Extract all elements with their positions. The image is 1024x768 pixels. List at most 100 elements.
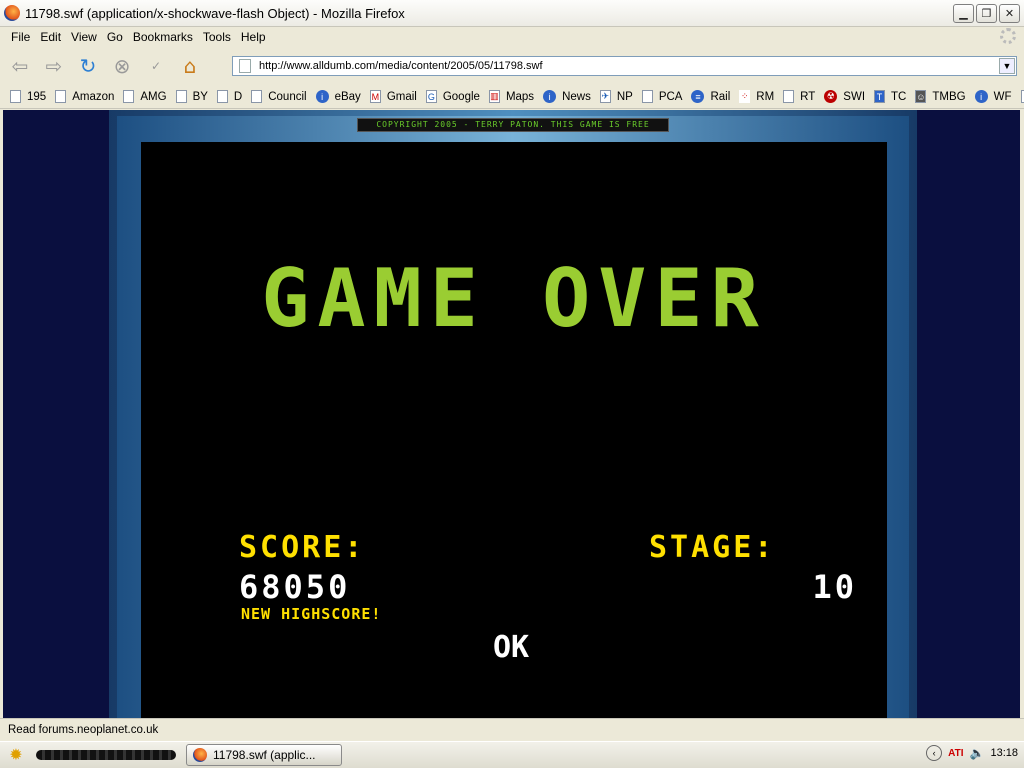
throbber-icon: [1000, 28, 1016, 44]
page-icon: [783, 90, 795, 103]
menu-file[interactable]: File: [11, 30, 30, 44]
window-title: 11798.swf (application/x-shockwave-flash…: [25, 5, 405, 21]
page-icon: [55, 90, 67, 103]
ok-button[interactable]: OK: [481, 628, 541, 668]
bookmark-google[interactable]: G Google: [425, 90, 480, 103]
page-icon: [1020, 90, 1024, 103]
bookmark-label: D: [233, 90, 243, 103]
menu-bar: File Edit View Go Bookmarks Tools Help: [0, 27, 1024, 47]
navigation-toolbar: ⇦ ⇨ ↻ ⊗ ✓ ⌂ http://www.alldumb.com/media…: [0, 47, 1024, 85]
bookmark-news[interactable]: i News: [543, 90, 591, 103]
window-titlebar[interactable]: 11798.swf (application/x-shockwave-flash…: [0, 0, 1024, 27]
menu-tools[interactable]: Tools: [203, 30, 231, 44]
volume-icon[interactable]: 🔈: [970, 746, 985, 760]
minimize-button[interactable]: ▁: [953, 3, 974, 23]
stage-label: STAGE:: [649, 530, 776, 565]
new-highscore-label: NEW HIGHSCORE!: [241, 605, 382, 623]
bookmark-pca[interactable]: PCA: [641, 90, 682, 103]
bookmark-rm[interactable]: ⁘ RM: [739, 90, 774, 103]
system-tray: ‹ ATI 🔈 13:18: [926, 745, 1018, 761]
google-icon: G: [425, 90, 437, 103]
firefox-icon: [4, 5, 20, 21]
page-icon: [239, 59, 251, 73]
bookmark-z[interactable]: Z: [1020, 90, 1024, 103]
page-icon: [641, 90, 653, 103]
game-frame: COPYRIGHT 2005 - TERRY PATON. THIS GAME …: [109, 110, 917, 718]
copyright-banner: COPYRIGHT 2005 - TERRY PATON. THIS GAME …: [357, 118, 669, 132]
bookmark-amg[interactable]: AMG: [123, 90, 167, 103]
menu-help[interactable]: Help: [241, 30, 266, 44]
bookmark-np[interactable]: ✈ NP: [599, 90, 633, 103]
bookmark-label: Council: [268, 90, 307, 103]
page-icon: [216, 90, 228, 103]
score-label: SCORE:: [239, 530, 366, 565]
bookmark-label: eBay: [334, 90, 361, 103]
bookmark-tmbg[interactable]: ☺ TMBG: [915, 90, 966, 103]
url-bar[interactable]: http://www.alldumb.com/media/content/200…: [232, 56, 1017, 76]
bookmark-ebay[interactable]: i eBay: [315, 90, 361, 103]
home-button[interactable]: ⌂: [176, 52, 204, 80]
rm-icon: ⁘: [739, 90, 751, 103]
bookmark-label: 195: [27, 90, 47, 103]
bookmark-label: RM: [756, 90, 775, 103]
page-icon: [175, 90, 187, 103]
bookmark-wf[interactable]: i WF: [974, 90, 1012, 103]
bookmark-label: Maps: [505, 90, 535, 103]
game-over-heading: GAME OVER: [261, 252, 767, 345]
page-content: COPYRIGHT 2005 - TERRY PATON. THIS GAME …: [3, 110, 1020, 718]
game-screen[interactable]: GAME OVER SCORE: 68050 NEW HIGHSCORE! ST…: [141, 142, 887, 718]
bookmark-d[interactable]: D: [216, 90, 243, 103]
tc-icon: T: [874, 90, 886, 103]
ati-icon[interactable]: ATI: [948, 748, 963, 759]
menu-edit[interactable]: Edit: [40, 30, 61, 44]
tray-expand-icon[interactable]: ‹: [926, 745, 943, 761]
restore-button[interactable]: ❐: [976, 3, 997, 23]
clock: 13:18: [990, 747, 1018, 759]
page-icon: [123, 90, 135, 103]
bookmark-gmail[interactable]: M Gmail: [369, 90, 417, 103]
info-icon: i: [543, 90, 557, 103]
status-text: Read forums.neoplanet.co.uk: [8, 723, 159, 736]
bookmark-tc[interactable]: T TC: [874, 90, 906, 103]
task-label: 11798.swf (applic...: [213, 748, 316, 762]
tmbg-icon: ☺: [915, 90, 927, 103]
bookmark-label: WF: [993, 90, 1012, 103]
menu-bookmarks[interactable]: Bookmarks: [133, 30, 193, 44]
taskbar-firefox-task[interactable]: 11798.swf (applic...: [186, 744, 342, 766]
status-bar: Read forums.neoplanet.co.uk: [0, 718, 1024, 740]
url-dropdown-icon[interactable]: ▼: [999, 58, 1015, 74]
bookmark-label: News: [562, 90, 591, 103]
page-icon: [10, 90, 21, 103]
back-button[interactable]: ⇦: [6, 52, 34, 80]
stop-button[interactable]: ⊗: [108, 52, 136, 80]
bookmark-label: BY: [192, 90, 208, 103]
stage-value: 10: [812, 568, 857, 606]
bookmark-amazon[interactable]: Amazon: [55, 90, 114, 103]
bookmark-label: AMG: [140, 90, 167, 103]
bookmark-label: SWI: [843, 90, 866, 103]
bookmark-label: NP: [616, 90, 633, 103]
start-button[interactable]: ✹: [4, 744, 28, 766]
url-text[interactable]: http://www.alldumb.com/media/content/200…: [259, 60, 543, 72]
bookmark-rail[interactable]: ≡ Rail: [691, 90, 730, 103]
taskbar: ✹ 11798.swf (applic... ‹ ATI 🔈 13:18: [0, 741, 1024, 768]
bookmarks-toolbar: 195 Amazon AMG BY D Council i eBay M Gmail…: [0, 85, 1024, 109]
spellcheck-button[interactable]: ✓: [142, 52, 170, 80]
bookmark-by[interactable]: BY: [175, 90, 208, 103]
close-button[interactable]: ✕: [999, 3, 1020, 23]
menu-view[interactable]: View: [71, 30, 97, 44]
firefox-icon: [193, 748, 207, 762]
bookmark-rt[interactable]: RT: [783, 90, 815, 103]
quick-launch[interactable]: [36, 750, 176, 760]
forward-button[interactable]: ⇨: [40, 52, 68, 80]
menu-go[interactable]: Go: [107, 30, 123, 44]
bookmark-label: RT: [800, 90, 816, 103]
bookmark-maps[interactable]: ▥ Maps: [488, 90, 535, 103]
reload-button[interactable]: ↻: [74, 52, 102, 80]
bookmark-label: Gmail: [386, 90, 417, 103]
bookmark-swi[interactable]: ☢ SWI: [824, 90, 865, 103]
bookmark-195[interactable]: 195: [10, 90, 46, 103]
bookmark-label: TMBG: [932, 90, 966, 103]
bookmark-council[interactable]: Council: [251, 90, 307, 103]
maps-icon: ▥: [488, 90, 500, 103]
